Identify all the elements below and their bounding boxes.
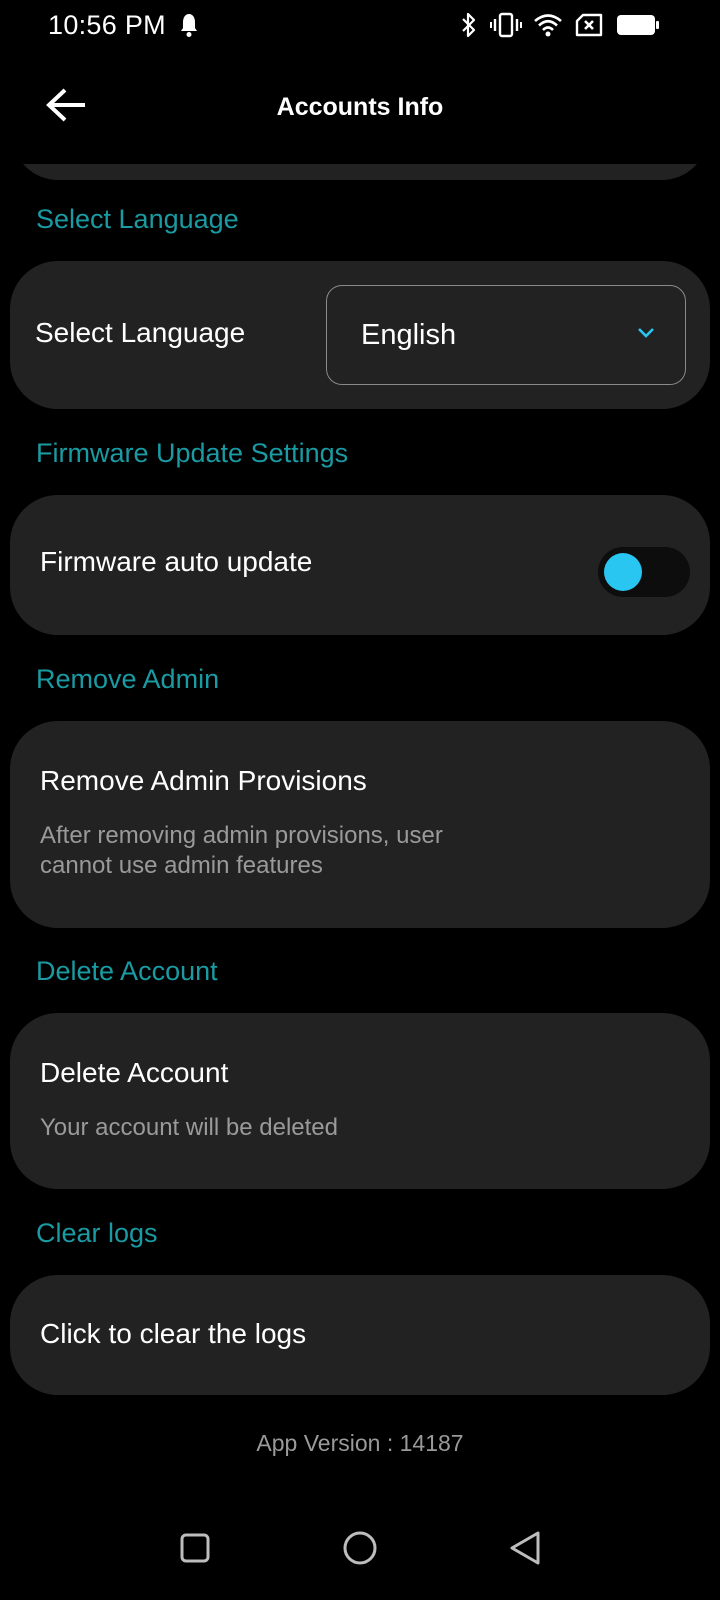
remove-admin-card[interactable]: Remove Admin Provisions After removing a…: [10, 721, 710, 928]
delete-account-card[interactable]: Delete Account Your account will be dele…: [10, 1013, 710, 1189]
clear-logs-card[interactable]: Click to clear the logs: [10, 1275, 710, 1395]
battery-icon: [616, 13, 660, 37]
delete-account-title: Delete Account: [40, 1057, 229, 1088]
toggle-knob: [604, 553, 642, 591]
language-card: Select Language English: [10, 261, 710, 409]
firmware-auto-update-toggle[interactable]: [598, 547, 690, 597]
remove-admin-title: Remove Admin Provisions: [40, 765, 367, 796]
section-header-clear-logs: Clear logs: [36, 1218, 158, 1248]
clear-logs-title: Click to clear the logs: [40, 1318, 307, 1349]
notification-icon: [180, 12, 198, 38]
recents-icon: [179, 1532, 211, 1569]
page-title: Accounts Info: [276, 92, 444, 121]
no-sim-icon: [574, 13, 604, 37]
section-header-language: Select Language: [36, 204, 239, 234]
screen: 10:56 PM Accounts Info Select Language S…: [0, 0, 720, 1600]
vibrate-icon: [490, 12, 522, 38]
app-bar: Accounts Info: [0, 70, 720, 144]
section-header-firmware: Firmware Update Settings: [36, 438, 349, 468]
back-triangle-icon: [508, 1530, 542, 1571]
section-header-delete-account: Delete Account: [36, 956, 218, 986]
system-nav-bar: [0, 1500, 720, 1600]
delete-account-description: Your account will be deleted: [40, 1114, 338, 1141]
app-version: App Version : 14187: [256, 1430, 464, 1456]
language-dropdown[interactable]: English: [326, 285, 686, 385]
wifi-icon: [534, 13, 562, 37]
back-button[interactable]: [36, 77, 96, 137]
section-header-remove-admin: Remove Admin: [36, 664, 220, 694]
chevron-down-icon: [637, 326, 655, 344]
bluetooth-icon: [460, 12, 478, 38]
remove-admin-description: After removing admin provisions, user ca…: [40, 822, 443, 879]
status-bar: 10:56 PM: [0, 0, 720, 50]
language-label: Select Language: [35, 317, 246, 348]
home-button[interactable]: [335, 1525, 385, 1575]
nav-back-button[interactable]: [500, 1525, 550, 1575]
firmware-auto-update-label: Firmware auto update: [40, 546, 313, 577]
home-icon: [342, 1530, 378, 1571]
recents-button[interactable]: [170, 1525, 220, 1575]
status-time: 10:56 PM: [48, 9, 166, 40]
firmware-card: Firmware auto update: [10, 495, 710, 635]
arrow-left-icon: [45, 87, 87, 128]
language-selected-value: English: [361, 318, 457, 351]
